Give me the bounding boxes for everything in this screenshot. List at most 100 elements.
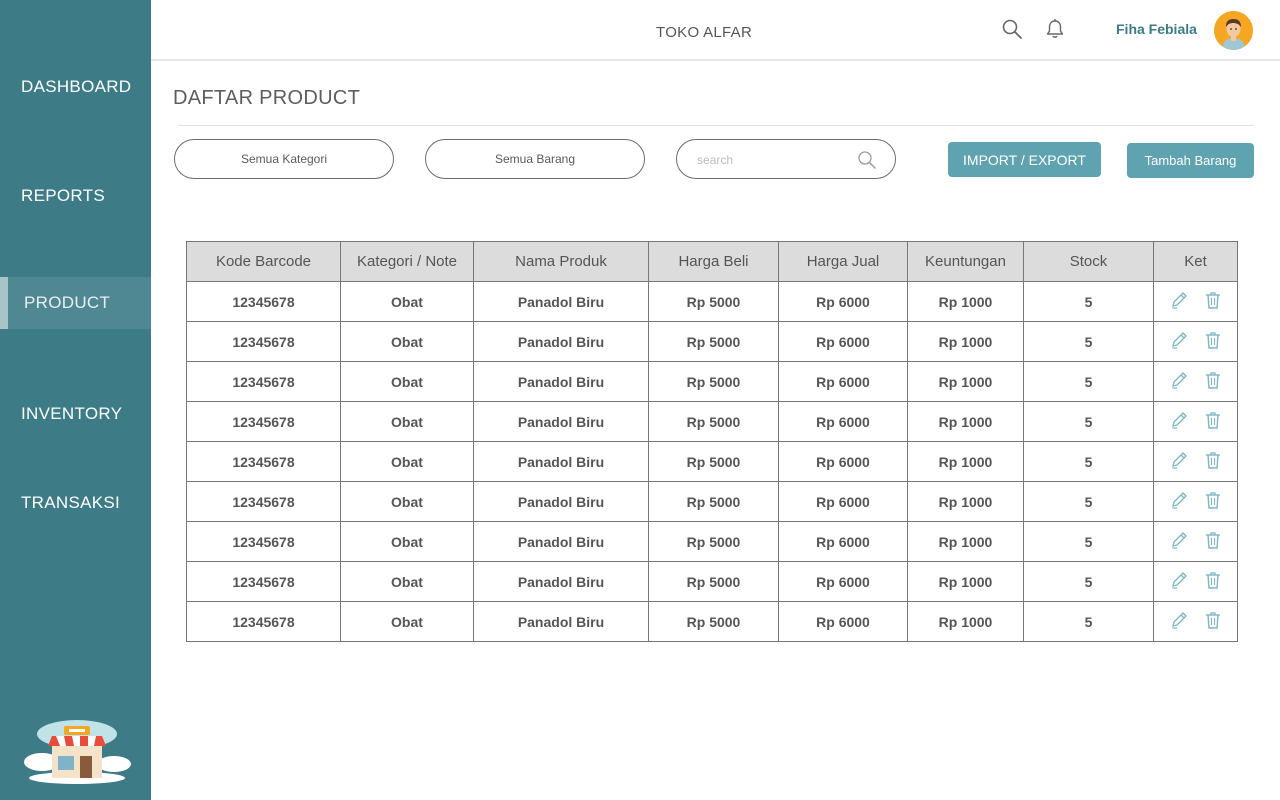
cell-actions (1153, 481, 1238, 522)
row-actions (1154, 483, 1237, 521)
cell-stock: 5 (1023, 481, 1154, 522)
cell-barcode: 12345678 (186, 321, 341, 362)
column-header-buy-price[interactable]: Harga Beli (648, 241, 779, 282)
items-filter-select[interactable]: Semua Barang (425, 139, 645, 179)
cell-stock: 5 (1023, 321, 1154, 362)
cell-buy-price: Rp 5000 (648, 601, 779, 642)
cell-barcode: 12345678 (186, 521, 341, 562)
edit-pencil-icon[interactable] (1169, 490, 1189, 513)
cell-profit: Rp 1000 (907, 481, 1024, 522)
cell-buy-price: Rp 5000 (648, 281, 779, 322)
cell-category: Obat (340, 481, 474, 522)
sidebar-item-transaksi[interactable]: TRANSAKSI (0, 477, 151, 529)
cell-actions (1153, 281, 1238, 322)
sidebar: DASHBOARD REPORTS PRODUCT INVENTORY TRAN… (0, 0, 151, 800)
table-header-row: Kode Barcode Kategori / Note Nama Produk… (186, 241, 1238, 282)
bell-icon[interactable] (1044, 18, 1066, 40)
cell-product-name: Panadol Biru (473, 321, 649, 362)
column-header-product-name[interactable]: Nama Produk (473, 241, 649, 282)
column-header-sell-price[interactable]: Harga Jual (778, 241, 908, 282)
delete-trash-icon[interactable] (1203, 290, 1223, 313)
row-actions (1154, 283, 1237, 321)
cell-sell-price: Rp 6000 (778, 601, 908, 642)
edit-pencil-icon[interactable] (1169, 450, 1189, 473)
cell-barcode: 12345678 (186, 401, 341, 442)
row-actions (1154, 323, 1237, 361)
user-name[interactable]: Fiha Febiala (1116, 21, 1197, 37)
search-icon[interactable] (1001, 18, 1023, 40)
cell-sell-price: Rp 6000 (778, 561, 908, 602)
store-name: TOKO ALFAR (656, 24, 753, 41)
delete-trash-icon[interactable] (1203, 410, 1223, 433)
delete-trash-icon[interactable] (1203, 530, 1223, 553)
cell-actions (1153, 321, 1238, 362)
cell-profit: Rp 1000 (907, 521, 1024, 562)
cell-category: Obat (340, 441, 474, 482)
column-header-ket: Ket (1153, 241, 1238, 282)
delete-trash-icon[interactable] (1203, 570, 1223, 593)
cell-sell-price: Rp 6000 (778, 321, 908, 362)
cell-product-name: Panadol Biru (473, 361, 649, 402)
delete-trash-icon[interactable] (1203, 490, 1223, 513)
row-actions (1154, 523, 1237, 561)
sidebar-item-dashboard[interactable]: DASHBOARD (0, 61, 151, 113)
user-avatar-icon[interactable] (1214, 11, 1253, 50)
cell-category: Obat (340, 561, 474, 602)
cell-barcode: 12345678 (186, 361, 341, 402)
sidebar-item-product[interactable]: PRODUCT (0, 277, 151, 329)
cell-profit: Rp 1000 (907, 321, 1024, 362)
cell-profit: Rp 1000 (907, 361, 1024, 402)
edit-pencil-icon[interactable] (1169, 530, 1189, 553)
row-actions (1154, 603, 1237, 641)
cell-sell-price: Rp 6000 (778, 481, 908, 522)
edit-pencil-icon[interactable] (1169, 370, 1189, 393)
table-row: 12345678 Obat Panadol Biru Rp 5000 Rp 6000 Rp… (186, 481, 1238, 522)
delete-trash-icon[interactable] (1203, 610, 1223, 633)
cell-profit: Rp 1000 (907, 561, 1024, 602)
table-row: 12345678 Obat Panadol Biru Rp 5000 Rp 6000 Rp… (186, 401, 1238, 442)
cell-product-name: Panadol Biru (473, 561, 649, 602)
product-table: Kode Barcode Kategori / Note Nama Produk… (186, 241, 1238, 642)
cell-profit: Rp 1000 (907, 281, 1024, 322)
table-row: 12345678 Obat Panadol Biru Rp 5000 Rp 6000 Rp… (186, 441, 1238, 482)
cell-stock: 5 (1023, 361, 1154, 402)
cell-category: Obat (340, 281, 474, 322)
edit-pencil-icon[interactable] (1169, 410, 1189, 433)
cell-category: Obat (340, 521, 474, 562)
edit-pencil-icon[interactable] (1169, 610, 1189, 633)
delete-trash-icon[interactable] (1203, 370, 1223, 393)
import-export-button[interactable]: IMPORT / EXPORT (948, 142, 1101, 177)
edit-pencil-icon[interactable] (1169, 330, 1189, 353)
add-item-button[interactable]: Tambah Barang (1127, 143, 1254, 178)
edit-pencil-icon[interactable] (1169, 290, 1189, 313)
row-actions (1154, 563, 1237, 601)
cell-stock: 5 (1023, 601, 1154, 642)
column-header-barcode[interactable]: Kode Barcode (186, 241, 341, 282)
table-row: 12345678 Obat Panadol Biru Rp 5000 Rp 6000 Rp… (186, 601, 1238, 642)
edit-pencil-icon[interactable] (1169, 570, 1189, 593)
cell-barcode: 12345678 (186, 601, 341, 642)
sidebar-item-reports[interactable]: REPORTS (0, 170, 151, 222)
cell-category: Obat (340, 361, 474, 402)
column-header-stock[interactable]: Stock (1023, 241, 1154, 282)
column-header-category[interactable]: Kategori / Note (340, 241, 474, 282)
sidebar-item-inventory[interactable]: INVENTORY (0, 388, 151, 440)
column-header-profit[interactable]: Keuntungan (907, 241, 1024, 282)
search-input[interactable] (697, 150, 847, 170)
row-actions (1154, 363, 1237, 401)
search-icon[interactable] (857, 150, 877, 170)
cell-barcode: 12345678 (186, 441, 341, 482)
cell-barcode: 12345678 (186, 281, 341, 322)
cell-sell-price: Rp 6000 (778, 401, 908, 442)
page-title: DAFTAR PRODUCT (173, 87, 361, 109)
table-row: 12345678 Obat Panadol Biru Rp 5000 Rp 6000 Rp… (186, 321, 1238, 362)
cell-product-name: Panadol Biru (473, 481, 649, 522)
cell-category: Obat (340, 401, 474, 442)
category-filter-select[interactable]: Semua Kategori (174, 139, 394, 179)
cell-barcode: 12345678 (186, 481, 341, 522)
delete-trash-icon[interactable] (1203, 450, 1223, 473)
delete-trash-icon[interactable] (1203, 330, 1223, 353)
cell-product-name: Panadol Biru (473, 601, 649, 642)
table-body: 12345678 Obat Panadol Biru Rp 5000 Rp 6000 Rp… (186, 281, 1238, 642)
cell-product-name: Panadol Biru (473, 521, 649, 562)
